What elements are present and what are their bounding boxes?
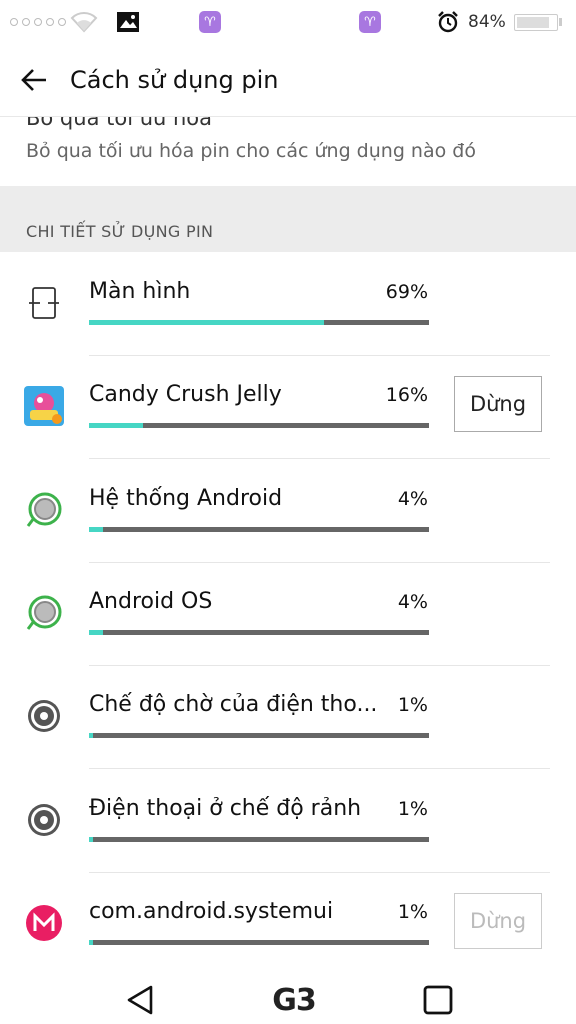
row-percent: 1% [397, 694, 428, 717]
usage-bar [89, 423, 429, 429]
signal-dots-icon [10, 0, 66, 44]
row-label: Hệ thống Android [89, 485, 283, 511]
usage-bar-fill [89, 939, 93, 945]
usage-bar-fill [89, 423, 144, 429]
row-percent: 1% [397, 900, 428, 923]
list-item[interactable]: Chế độ chờ của điện tho... 1% [0, 666, 576, 770]
systemui-icon [24, 903, 64, 943]
android-system-icon [24, 490, 64, 530]
recents-square-icon[interactable] [418, 980, 458, 1020]
arrow-left-icon [21, 69, 46, 91]
wifi-icon [70, 0, 98, 44]
status-bar: ♈ ♈ 84% [0, 0, 576, 44]
candy-crush-jelly-icon [24, 386, 64, 427]
home-logo: G3 [272, 982, 316, 1018]
row-label: com.android.systemui [89, 898, 334, 924]
section-header: CHI TIẾT SỬ DỤNG PIN [0, 186, 576, 252]
navigation-bar: G3 [0, 974, 576, 1024]
app-bar: Cách sử dụng pin [0, 44, 576, 117]
usage-bar [89, 320, 429, 325]
row-percent: 1% [397, 797, 428, 820]
battery-percent: 84% [468, 12, 506, 32]
screen-icon [24, 283, 64, 323]
list-item[interactable]: Android OS 4% [0, 563, 576, 666]
row-label: Chế độ chờ của điện tho... [89, 692, 378, 718]
usage-bar [89, 629, 429, 635]
row-label: Màn hình [89, 279, 191, 304]
row-percent: 69% [385, 281, 428, 303]
list-item[interactable]: Candy Crush Jelly 16% Dừng [0, 356, 576, 460]
gear-icon [24, 696, 64, 736]
gear-icon [24, 800, 64, 840]
list-item[interactable]: com.android.systemui 1% Dừng [0, 873, 576, 976]
usage-bar [89, 836, 429, 842]
battery-icon [514, 0, 562, 44]
gallery-icon [116, 0, 140, 44]
setting-subtitle: Bỏ qua tối ưu hóa pin cho các ứng dụng n… [26, 140, 476, 162]
setting-title: Bỏ qua tối ưu hóa [26, 117, 213, 130]
row-label: Điện thoại ở chế độ rảnh [89, 795, 362, 821]
row-percent: 4% [397, 590, 428, 613]
page-title: Cách sử dụng pin [70, 66, 279, 94]
section-label: CHI TIẾT SỬ DỤNG PIN [26, 222, 214, 241]
usage-bar [89, 526, 429, 532]
stop-button[interactable]: Dừng [454, 892, 542, 949]
row-percent: 4% [397, 487, 428, 510]
usage-bar [89, 733, 429, 739]
list-item[interactable]: Điện thoại ở chế độ rảnh 1% [0, 770, 576, 873]
list-item[interactable]: Màn hình 69% [0, 253, 576, 356]
row-percent: 16% [385, 384, 428, 407]
home-button[interactable]: G3 [258, 980, 330, 1020]
usage-bar-fill [89, 320, 324, 325]
stop-button[interactable]: Dừng [454, 376, 542, 433]
astrology-app-icon: ♈ [359, 0, 381, 44]
astrology-app-icon: ♈ [199, 0, 221, 44]
usage-bar [89, 939, 429, 945]
usage-bar-fill [89, 733, 93, 739]
alarm-icon [436, 0, 460, 44]
back-button[interactable] [14, 60, 54, 100]
list-item[interactable]: Hệ thống Android 4% [0, 460, 576, 563]
ignore-optimization-setting[interactable]: Bỏ qua tối ưu hóa Bỏ qua tối ưu hóa pin … [0, 117, 576, 186]
usage-bar-fill [89, 526, 103, 532]
back-triangle-icon[interactable] [120, 980, 160, 1020]
android-os-icon [24, 593, 64, 633]
row-label: Android OS [89, 588, 213, 614]
row-label: Candy Crush Jelly [89, 382, 282, 408]
usage-bar-fill [89, 836, 93, 842]
usage-bar-fill [89, 629, 103, 635]
